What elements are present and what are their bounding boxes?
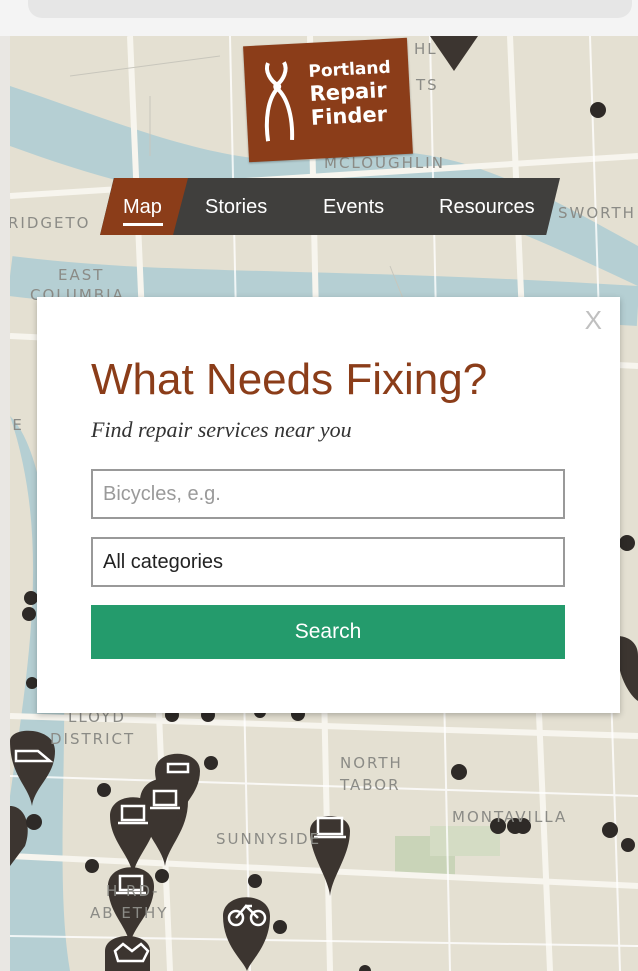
- nav-item-map[interactable]: Map: [123, 196, 162, 219]
- map-label: DISTRICT: [50, 730, 136, 748]
- map-label: SUNNYSIDE: [216, 830, 322, 848]
- map-label: H RD-: [106, 882, 160, 900]
- map-label: HL: [414, 40, 438, 58]
- browser-top-bar: [0, 0, 638, 36]
- modal-subtitle: Find repair services near you: [91, 417, 352, 442]
- map-label: AB ETHY: [90, 904, 169, 922]
- map-label: NORTH: [340, 754, 403, 772]
- nav-item-events[interactable]: Events: [323, 196, 384, 219]
- category-select-value: All categories: [103, 550, 224, 573]
- nav-active-underline: [123, 223, 163, 226]
- search-modal: X What Needs Fixing? Find repair service…: [37, 297, 620, 713]
- search-button[interactable]: Search: [91, 605, 565, 659]
- search-input[interactable]: [91, 469, 565, 519]
- logo-line-3: Finder: [310, 101, 388, 130]
- nav-item-stories[interactable]: Stories: [205, 196, 267, 219]
- address-bar[interactable]: [28, 0, 632, 18]
- close-button[interactable]: X: [585, 305, 602, 336]
- category-select[interactable]: All categories: [91, 537, 565, 587]
- map-label: TABOR: [340, 776, 401, 794]
- map-label: SWORTH: [558, 204, 636, 222]
- map-label: EAST: [58, 266, 105, 284]
- map-label: RIDGETO: [10, 214, 91, 232]
- logo-line-2: Repair: [309, 77, 388, 106]
- map-label: MONTAVILLA: [452, 808, 568, 826]
- modal-title: What Needs Fixing?: [91, 355, 488, 404]
- tool-logo-icon: [264, 61, 295, 142]
- map-label: IE: [10, 416, 24, 434]
- site-logo[interactable]: Portland Repair Finder: [243, 37, 413, 163]
- map-label: TS: [416, 76, 439, 94]
- main-nav: Map Stories Events Resources: [100, 178, 560, 235]
- nav-item-resources[interactable]: Resources: [439, 196, 535, 219]
